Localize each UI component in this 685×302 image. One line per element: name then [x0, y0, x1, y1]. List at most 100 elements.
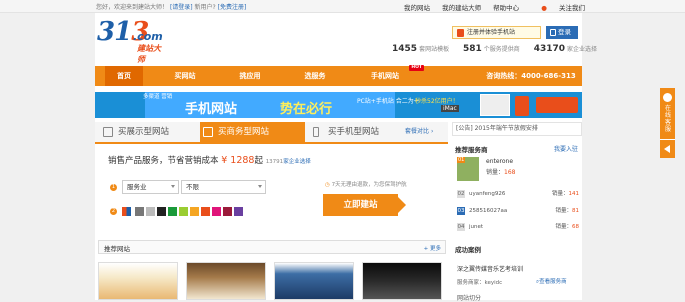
stat-templates: 1455 套网站模板	[392, 44, 450, 54]
swatch-red[interactable]	[201, 207, 210, 216]
swatch-lime[interactable]	[179, 207, 188, 216]
phone-icon	[313, 127, 319, 137]
arrow-right-icon	[398, 197, 406, 213]
choose-count: 13791家企业选择	[265, 159, 311, 165]
website-thumbnail-3[interactable]	[274, 262, 354, 300]
website-thumbnail-2[interactable]	[186, 262, 266, 300]
my-website-link[interactable]: 我的网站	[404, 4, 430, 12]
top-links: 我的网站 我的建站大师 帮助中心 ● 关注我们	[394, 2, 585, 12]
banner-small-text: 多渠道 营销	[143, 94, 173, 100]
phone-icon	[457, 29, 464, 37]
recommended-bar: 推荐网站 + 更多	[98, 240, 446, 254]
main-nav: 首页 买网站 挑应用 选服务 手机网站 HOT 咨询热线：4000-686-313	[95, 65, 582, 86]
stat-providers: 581 个服务提供商	[463, 44, 520, 54]
case-provider: 服务商家：keyidc	[457, 280, 503, 286]
website-thumbnail-1[interactable]	[98, 262, 178, 300]
hot-badge: HOT	[409, 65, 424, 71]
banner-monitor-image	[480, 94, 510, 116]
online-service-float[interactable]: 在线客服	[660, 88, 675, 158]
tab-business-website[interactable]: 买商务型网站	[200, 122, 305, 142]
banner-mac-label: iMac	[441, 105, 459, 112]
briefcase-icon	[203, 127, 213, 137]
follow-us-link[interactable]: ● 关注我们	[531, 4, 585, 12]
top-bar: 您好，欢迎来到建站大师！ [请登录] 新用户? [免费注册] 我的网站 我的建站…	[0, 0, 685, 13]
logo-cn: 建站大师	[137, 44, 161, 64]
swatch-orange[interactable]	[190, 207, 199, 216]
case-name[interactable]: 深之翼传媒音乐艺考培训	[457, 264, 523, 273]
weibo-icon: ●	[541, 4, 547, 12]
view-provider-link[interactable]: ⌕查看服务商	[536, 277, 567, 286]
nav-hotline: 咨询热线：4000-686-313	[486, 72, 576, 80]
top-provider-name[interactable]: enterone	[486, 158, 513, 165]
product-tabs: 买展示型网站 买商务型网站 买手机型网站 套餐对比 ›	[95, 122, 448, 144]
help-center-link[interactable]: 帮助中心	[493, 4, 519, 12]
rank-badge: 01	[457, 157, 466, 163]
collapse-button[interactable]	[660, 141, 675, 158]
step-2-badge: 2	[110, 208, 117, 215]
banner-text-1: PC站+手机站 合二为一	[357, 98, 420, 105]
promo-banner[interactable]: 多渠道 营销 手机网站 势在必行 PC站+手机站 合二为一 秒杀52亿用户！ i…	[95, 92, 582, 118]
recommended-title: 推荐网站	[104, 245, 130, 253]
new-user-text: 新用户?	[194, 4, 216, 11]
clock-icon: ◷	[325, 182, 330, 188]
chevron-right-icon: ›	[430, 128, 434, 135]
nav-services[interactable]: 选服务	[290, 66, 340, 86]
more-link[interactable]: + 更多	[424, 244, 441, 252]
online-service-label: 在线客服	[664, 105, 671, 133]
tab-mobile-website[interactable]: 买手机型网站	[310, 122, 400, 142]
nav-apps[interactable]: 挑应用	[225, 66, 275, 86]
notice-bar[interactable]: [公告] 2015年端午节放假安排	[452, 122, 582, 136]
swatch-gray[interactable]	[135, 207, 144, 216]
provider-title: 推荐服务商	[455, 146, 488, 154]
step-1-badge: 1	[110, 184, 117, 191]
website-thumbnail-4[interactable]	[362, 262, 442, 300]
login-link[interactable]: [请登录]	[170, 4, 193, 11]
nav-mobile[interactable]: 手机网站 HOT	[360, 65, 424, 86]
swatch-lightgray[interactable]	[146, 207, 155, 216]
register-link[interactable]: [免费注册]	[218, 4, 247, 11]
logo-dotcom: .com	[133, 30, 163, 43]
headset-icon	[663, 93, 672, 102]
banner-text-2: 秒杀52亿用户！	[415, 98, 459, 105]
price-value: ¥ 1288	[221, 155, 255, 166]
stat-companies: 43170 家企业选择	[533, 44, 598, 54]
plan-compare-link[interactable]: 套餐对比 ›	[405, 122, 445, 142]
nav-buy-website[interactable]: 买网站	[160, 66, 210, 86]
user-icon	[550, 29, 556, 36]
price-unit: 起	[254, 156, 263, 166]
case-cut-label: 网站切分	[457, 295, 482, 302]
online-service-button[interactable]: 在线客服	[660, 88, 675, 140]
provider-row[interactable]: 04 junet 销量：68	[457, 222, 579, 232]
industry-select[interactable]: 服务业	[122, 180, 179, 194]
site-logo[interactable]: 313 .com 建站大师	[97, 17, 167, 64]
welcome-area: 您好，欢迎来到建站大师！ [请登录] 新用户? [免费注册]	[96, 2, 246, 11]
top-provider-sales: 销量：168	[486, 169, 516, 176]
login-button[interactable]: 登录	[546, 26, 578, 39]
join-link[interactable]: 我要入驻	[554, 144, 578, 153]
tab-display-website[interactable]: 买展示型网站	[100, 122, 195, 142]
register-mobile-button[interactable]: 注册并体验手机站	[452, 26, 541, 39]
my-master-link[interactable]: 我的建站大师	[442, 4, 481, 12]
swatch-maroon[interactable]	[223, 207, 232, 216]
swatch-green[interactable]	[168, 207, 177, 216]
stats-row: 1455 套网站模板 581 个服务提供商 43170 家企业选择	[392, 44, 597, 54]
nav-home[interactable]: 首页	[105, 66, 143, 86]
chevron-down-icon	[258, 185, 262, 188]
banner-title-2: 势在必行	[280, 102, 333, 117]
swatch-purple[interactable]	[234, 207, 243, 216]
provider-avatar[interactable]: 01	[457, 157, 479, 181]
banner-title-1: 手机网站	[185, 102, 238, 117]
banner-cta-image	[536, 97, 578, 113]
region-select[interactable]: 不限	[181, 180, 266, 194]
chevron-down-icon	[171, 185, 175, 188]
slogan-row: 销售产品服务，节省营销成本 ¥ 1288起 13791家企业选择	[108, 154, 311, 166]
slogan-text: 销售产品服务，节省营销成本	[108, 156, 219, 166]
swatch-black[interactable]	[157, 207, 166, 216]
refund-tip: ◷ 7天无理由退款，为您保驾护航	[325, 182, 407, 188]
build-now-button[interactable]: 立即建站	[323, 194, 406, 216]
provider-row[interactable]: 02 uyanfeng926 销量：141	[457, 189, 579, 199]
provider-row[interactable]: 03 258516027aa 销量：81	[457, 206, 579, 216]
swatch-multicolor[interactable]	[122, 207, 131, 216]
arrow-left-icon	[664, 145, 670, 153]
swatch-pink[interactable]	[212, 207, 221, 216]
